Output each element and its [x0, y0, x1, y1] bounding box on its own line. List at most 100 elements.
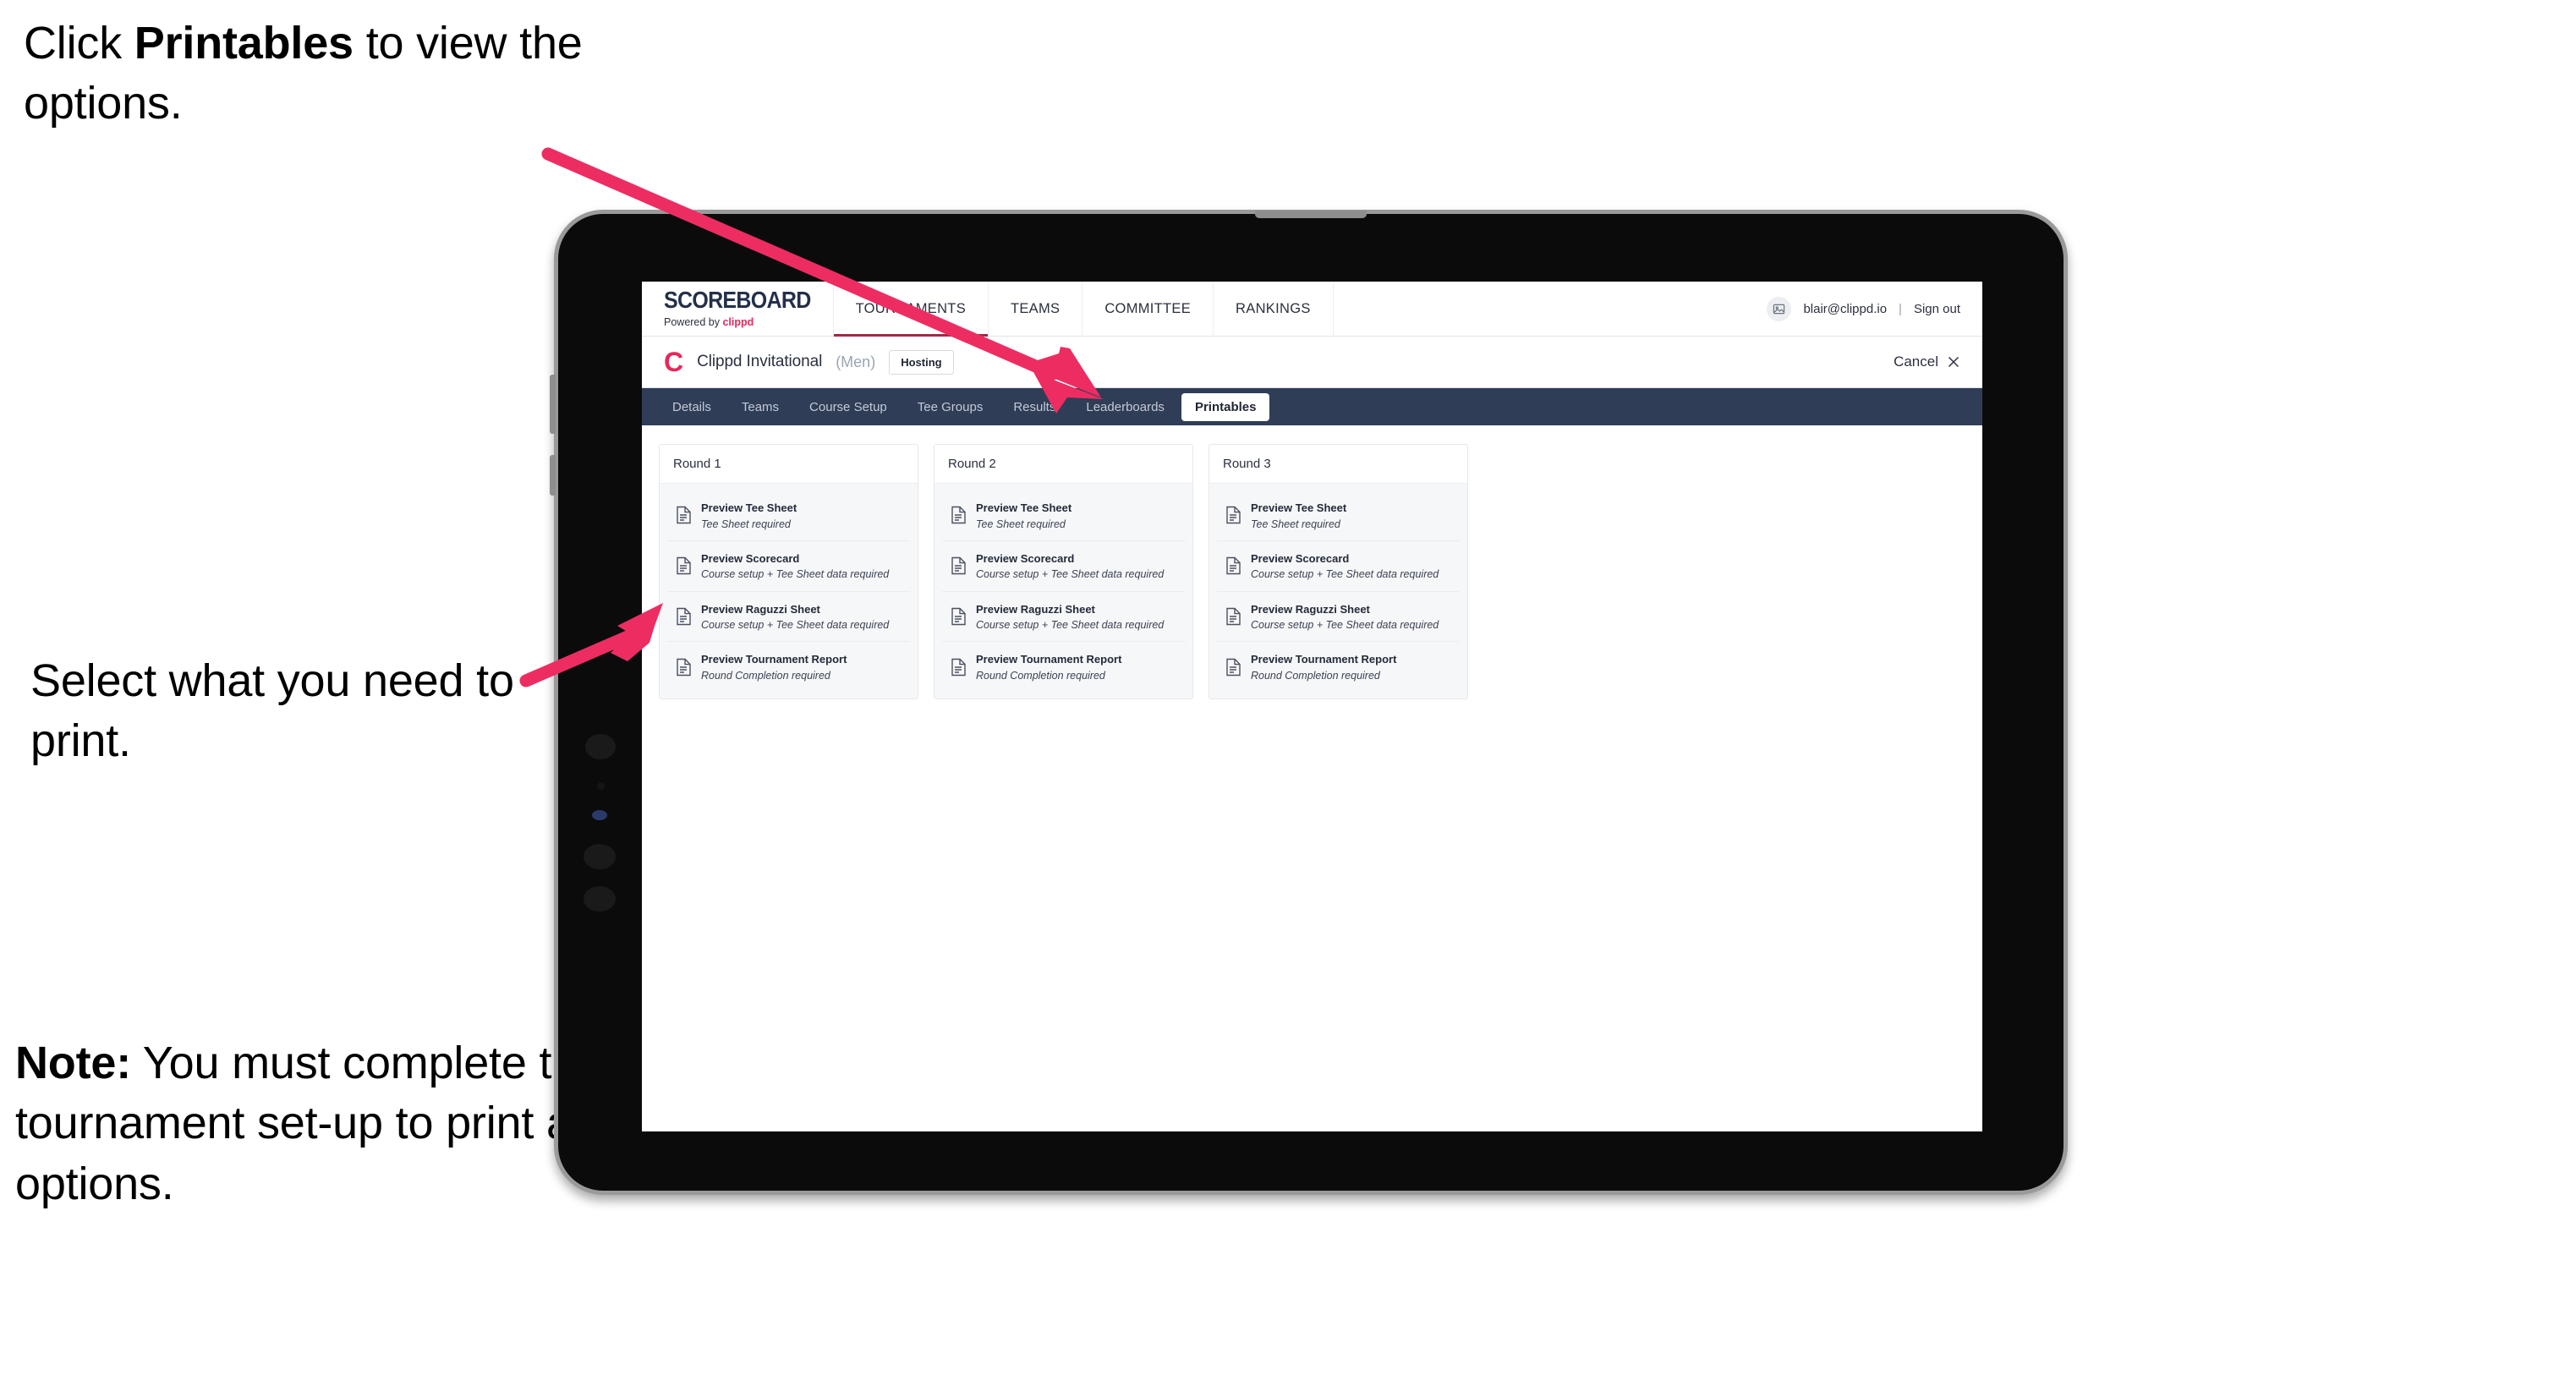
- sign-out-link[interactable]: Sign out: [1914, 302, 1960, 316]
- printable-item-scorecard[interactable]: Preview Scorecard Course setup + Tee She…: [942, 541, 1185, 592]
- round-panel-header: Round 2: [934, 445, 1192, 484]
- primary-navigation: TOURNAMENTS TEAMS COMMITTEE RANKINGS: [832, 282, 1334, 337]
- printable-item-text: Preview Tee Sheet Tee Sheet required: [976, 500, 1072, 531]
- printable-item-requirement: Course setup + Tee Sheet data required: [701, 619, 890, 632]
- account-area: blair@clippd.io | Sign out: [1767, 282, 1982, 336]
- printable-item-requirement: Round Completion required: [1251, 669, 1380, 682]
- tab-results[interactable]: Results: [1000, 393, 1069, 421]
- callout-click-printables: Click Printables to view the options.: [24, 14, 599, 134]
- round-panel-body: Preview Tee Sheet Tee Sheet required Pre…: [934, 484, 1192, 699]
- printable-item-title: Preview Scorecard: [701, 551, 800, 565]
- printables-content: Round 1 Preview Tee Sheet Tee Sheet requ…: [642, 425, 1982, 719]
- printable-item-tournament-report[interactable]: Preview Tournament Report Round Completi…: [1217, 642, 1460, 692]
- printable-item-text: Preview Tee Sheet Tee Sheet required: [1251, 500, 1346, 531]
- printable-item-text: Preview Tournament Report Round Completi…: [701, 651, 847, 682]
- bezel-sensor-icon: [585, 734, 616, 759]
- printable-item-title: Preview Tournament Report: [1251, 653, 1397, 666]
- printable-item-tournament-report[interactable]: Preview Tournament Report Round Completi…: [667, 642, 910, 692]
- printable-item-text: Preview Raguzzi Sheet Course setup + Tee…: [1251, 601, 1439, 633]
- callout-note-bold: Note:: [15, 1038, 131, 1088]
- tab-details[interactable]: Details: [659, 393, 725, 421]
- account-email: blair@clippd.io: [1803, 301, 1888, 316]
- tournament-name: Clippd Invitational: [697, 353, 823, 370]
- printable-item-text: Preview Raguzzi Sheet Course setup + Tee…: [701, 601, 889, 633]
- tablet-volume-button[interactable]: [550, 375, 556, 434]
- printable-item-text: Preview Tournament Report Round Completi…: [1251, 651, 1396, 682]
- printable-item-raguzzi-sheet[interactable]: Preview Raguzzi Sheet Course setup + Tee…: [1217, 592, 1460, 643]
- bezel-sensor-icon: [584, 886, 616, 912]
- round-panel-1: Round 1 Preview Tee Sheet Tee Sheet requ…: [659, 444, 918, 700]
- printable-item-text: Preview Scorecard Course setup + Tee She…: [701, 551, 889, 582]
- document-icon: [1225, 658, 1241, 677]
- document-icon: [1225, 556, 1241, 575]
- callout-select-print: Select what you need to print.: [30, 655, 514, 767]
- printable-item-tee-sheet[interactable]: Preview Tee Sheet Tee Sheet required: [942, 490, 1185, 541]
- document-icon: [1225, 607, 1241, 626]
- printable-item-requirement: Course setup + Tee Sheet data required: [976, 568, 1165, 581]
- cancel-button-label: Cancel: [1894, 353, 1938, 370]
- nav-item-committee[interactable]: COMMITTEE: [1082, 282, 1214, 336]
- scoreboard-logo[interactable]: SCOREBOARD Powered by clippd: [642, 282, 833, 336]
- printable-item-title: Preview Tournament Report: [976, 653, 1122, 666]
- printable-item-requirement: Course setup + Tee Sheet data required: [1251, 568, 1439, 581]
- tournament-gender: (Men): [836, 353, 876, 370]
- tablet-power-button[interactable]: [550, 455, 556, 496]
- printable-item-text: Preview Scorecard Course setup + Tee She…: [1251, 551, 1439, 582]
- printable-item-requirement: Tee Sheet required: [1251, 518, 1340, 530]
- tab-course-setup[interactable]: Course Setup: [796, 393, 901, 421]
- avatar[interactable]: [1767, 296, 1792, 321]
- document-icon: [951, 607, 967, 626]
- front-camera-icon: [592, 810, 607, 820]
- printable-item-title: Preview Tee Sheet: [976, 501, 1072, 514]
- clippd-brand-text: clippd: [722, 315, 754, 328]
- round-panel-header: Round 3: [1209, 445, 1467, 484]
- callout-click-prefix: Click: [24, 18, 134, 68]
- printable-item-scorecard[interactable]: Preview Scorecard Course setup + Tee She…: [667, 541, 910, 592]
- tournament-header-bar: C Clippd Invitational (Men) Hosting Canc…: [642, 337, 1982, 388]
- printable-item-title: Preview Scorecard: [976, 551, 1075, 565]
- document-icon: [676, 506, 692, 524]
- callout-click-bold: Printables: [134, 18, 354, 68]
- nav-item-teams[interactable]: TEAMS: [989, 282, 1083, 336]
- cancel-button[interactable]: Cancel: [1894, 353, 1960, 370]
- document-icon: [951, 506, 967, 524]
- printable-item-scorecard[interactable]: Preview Scorecard Course setup + Tee She…: [1217, 541, 1460, 592]
- printable-item-raguzzi-sheet[interactable]: Preview Raguzzi Sheet Course setup + Tee…: [942, 592, 1185, 643]
- round-panel-2: Round 2 Preview Tee Sheet Tee Sheet requ…: [934, 444, 1193, 700]
- round-panel-body: Preview Tee Sheet Tee Sheet required Pre…: [1209, 484, 1467, 699]
- nav-item-tournaments[interactable]: TOURNAMENTS: [832, 282, 989, 337]
- printable-item-raguzzi-sheet[interactable]: Preview Raguzzi Sheet Course setup + Tee…: [667, 592, 910, 643]
- document-icon: [951, 658, 967, 677]
- printable-item-text: Preview Raguzzi Sheet Course setup + Tee…: [976, 601, 1164, 633]
- document-icon: [676, 556, 692, 575]
- document-icon: [676, 607, 692, 626]
- document-icon: [951, 556, 967, 575]
- round-panel-3: Round 3 Preview Tee Sheet Tee Sheet requ…: [1209, 444, 1468, 700]
- printable-item-requirement: Course setup + Tee Sheet data required: [701, 568, 890, 581]
- close-icon: [1948, 356, 1959, 368]
- printable-item-title: Preview Raguzzi Sheet: [976, 602, 1095, 616]
- printable-item-title: Preview Scorecard: [1251, 551, 1350, 565]
- printable-item-requirement: Tee Sheet required: [976, 518, 1066, 530]
- printable-item-title: Preview Tournament Report: [701, 653, 847, 666]
- tab-printables[interactable]: Printables: [1181, 392, 1270, 421]
- round-panel-body: Preview Tee Sheet Tee Sheet required Pre…: [660, 484, 918, 699]
- printable-item-tee-sheet[interactable]: Preview Tee Sheet Tee Sheet required: [667, 490, 910, 541]
- printable-item-tee-sheet[interactable]: Preview Tee Sheet Tee Sheet required: [1217, 490, 1460, 541]
- section-tab-strip: Details Teams Course Setup Tee Groups Re…: [642, 388, 1982, 425]
- tab-tee-groups[interactable]: Tee Groups: [904, 393, 997, 421]
- tablet-device-frame: SCOREBOARD Powered by clippd TOURNAMENTS…: [550, 210, 2068, 1195]
- printable-item-text: Preview Tournament Report Round Completi…: [976, 651, 1121, 682]
- printable-item-text: Preview Tee Sheet Tee Sheet required: [701, 500, 797, 531]
- powered-by-text: Powered by: [664, 315, 723, 328]
- printable-item-tournament-report[interactable]: Preview Tournament Report Round Completi…: [942, 642, 1185, 692]
- printable-item-title: Preview Raguzzi Sheet: [701, 602, 820, 616]
- printable-item-title: Preview Tee Sheet: [701, 501, 797, 514]
- document-icon: [1225, 506, 1241, 524]
- printable-item-requirement: Course setup + Tee Sheet data required: [1251, 619, 1439, 632]
- tablet-screen: SCOREBOARD Powered by clippd TOURNAMENTS…: [642, 282, 1982, 1131]
- tab-leaderboards[interactable]: Leaderboards: [1072, 393, 1178, 421]
- app-top-bar: SCOREBOARD Powered by clippd TOURNAMENTS…: [642, 282, 1982, 337]
- tab-teams[interactable]: Teams: [728, 393, 792, 421]
- nav-item-rankings[interactable]: RANKINGS: [1214, 282, 1334, 336]
